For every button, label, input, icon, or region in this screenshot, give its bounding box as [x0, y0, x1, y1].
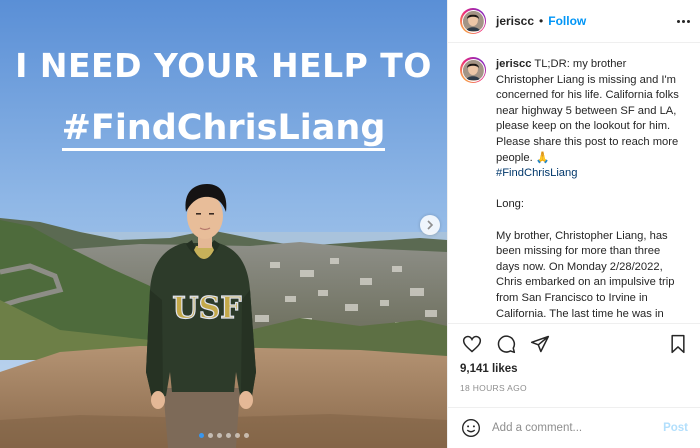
- bookmark-icon[interactable]: [666, 332, 690, 356]
- paper-plane-icon[interactable]: [528, 332, 552, 356]
- headline-hashtag-text: #FindChrisLiang: [61, 108, 386, 151]
- avatar[interactable]: [460, 8, 486, 34]
- post-image[interactable]: USF I NEED YOUR HELP TO #FindChrisLiang: [0, 0, 447, 448]
- post-viewer: USF I NEED YOUR HELP TO #FindChrisLiang: [0, 0, 700, 448]
- carousel-dot: [243, 433, 249, 438]
- comment-bar: Post: [448, 407, 700, 448]
- caption-text: jeriscc TL;DR: my brother Christopher Li…: [496, 57, 686, 323]
- sweatshirt-text: USF: [172, 291, 241, 326]
- caption-hashtag-link[interactable]: #FindChrisLiang: [496, 167, 577, 179]
- carousel-dot: [216, 433, 222, 438]
- carousel-next-button[interactable]: [420, 215, 440, 235]
- chevron-right-icon: [427, 220, 434, 230]
- carousel-dot: [207, 433, 213, 438]
- comment-input[interactable]: [492, 422, 664, 434]
- caption-body: My brother, Christopher Liang, has been …: [496, 229, 675, 320]
- caption-intro: TL;DR: my brother Christopher Liang is m…: [496, 58, 679, 164]
- more-horizontal-icon[interactable]: [677, 19, 690, 23]
- headline-hashtag: #FindChrisLiang: [0, 108, 447, 151]
- carousel-dot: [234, 433, 240, 438]
- caption-long-label: Long:: [496, 198, 524, 211]
- likes-count[interactable]: 9,141 likes: [448, 363, 700, 379]
- action-bar: [448, 323, 700, 363]
- follow-button[interactable]: Follow: [548, 14, 586, 28]
- carousel-dot: [198, 433, 204, 438]
- caption-intro-paragraph: jeriscc TL;DR: my brother Christopher Li…: [496, 57, 686, 182]
- comment-icon[interactable]: [494, 332, 518, 356]
- avatar-photo: [461, 9, 485, 33]
- caption-username[interactable]: jeriscc: [496, 58, 531, 70]
- heart-icon[interactable]: [460, 332, 484, 356]
- caption-section: jeriscc TL;DR: my brother Christopher Li…: [448, 43, 700, 323]
- carousel-dot: [225, 433, 231, 438]
- carousel-indicator: [0, 433, 447, 438]
- post-comment-button[interactable]: Post: [663, 422, 688, 434]
- post-timestamp[interactable]: 18 HOURS AGO: [448, 379, 700, 407]
- separator-dot: •: [539, 14, 544, 28]
- avatar-photo: [461, 58, 485, 82]
- headline-line-1: I NEED YOUR HELP TO: [15, 46, 432, 85]
- caption-avatar[interactable]: [460, 57, 486, 83]
- post-header: jeriscc • Follow: [448, 0, 700, 43]
- header-username[interactable]: jeriscc: [496, 14, 534, 28]
- smiley-icon[interactable]: [460, 417, 482, 439]
- post-side-panel: jeriscc • Follow jeriscc TL;DR: my broth…: [447, 0, 700, 448]
